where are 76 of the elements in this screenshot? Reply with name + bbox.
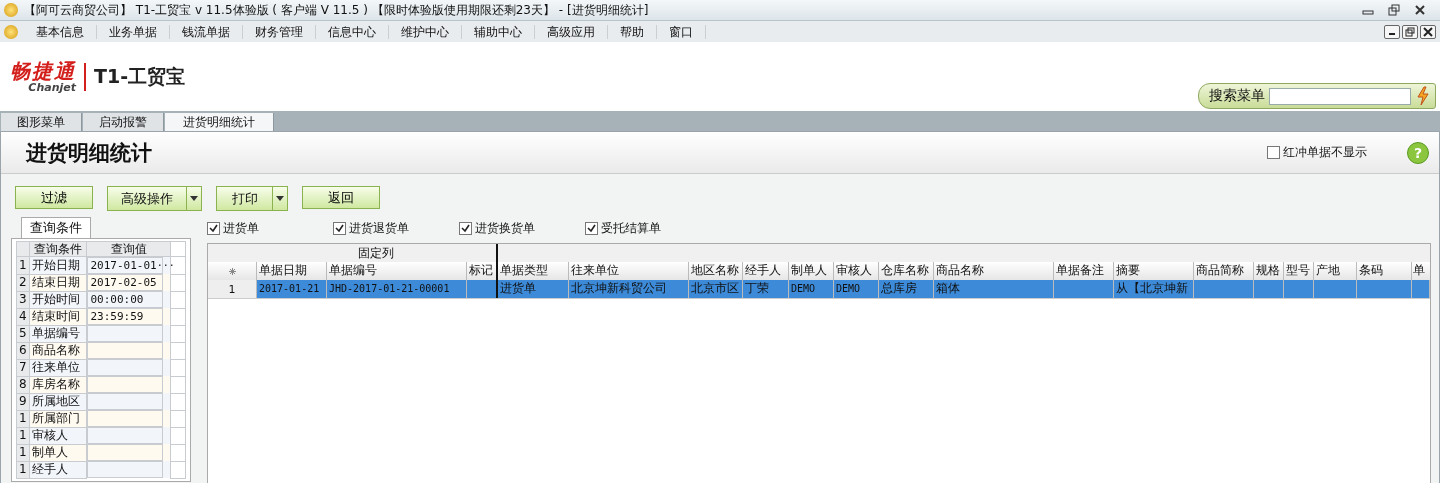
column-header[interactable]: 单	[1412, 262, 1430, 280]
split-button[interactable]: 高级操作	[107, 186, 202, 211]
restore-icon[interactable]	[1388, 4, 1400, 16]
table-cell: 从【北京坤新	[1116, 281, 1188, 295]
close-icon[interactable]	[1414, 4, 1426, 16]
caret-icon	[190, 196, 198, 201]
table-cell: 2017-01-21	[259, 283, 320, 294]
table-cell: 库房名称	[29, 376, 87, 393]
asterisk-icon	[228, 267, 236, 275]
table-cell: 往来单位	[29, 359, 87, 376]
table-cell: 北京市区	[691, 281, 739, 295]
table-cell: 结束日期	[29, 274, 87, 291]
table-cell: 商品名称	[29, 342, 87, 359]
table-cell: 所属部门	[29, 410, 87, 427]
checkbox[interactable]	[459, 221, 472, 235]
menu-item[interactable]: 辅助中心	[462, 24, 535, 39]
brand-logo-subtext: Chanjet	[28, 81, 76, 94]
tab[interactable]: 启动报警	[83, 113, 164, 131]
lightning-icon[interactable]	[1415, 86, 1431, 106]
menu-item[interactable]: 维护中心	[389, 24, 462, 39]
menu-item[interactable]: 信息中心	[316, 24, 389, 39]
table-cell: 结束时间	[29, 308, 87, 325]
menu-item[interactable]: 业务单据	[97, 24, 170, 39]
checkbox[interactable]	[585, 221, 598, 235]
table-cell: JHD-2017-01-21-00001	[329, 283, 450, 294]
checkbox-label: 进货换货单	[475, 219, 535, 237]
checkbox-label: 受托结算单	[601, 219, 661, 237]
menu-item[interactable]: 高级应用	[535, 24, 608, 39]
product-name: T1-工贸宝	[94, 63, 186, 89]
tab[interactable]: 进货明细统计	[165, 113, 274, 131]
menu-item[interactable]: 钱流单据	[170, 24, 243, 39]
table-cell: 开始时间	[29, 291, 87, 308]
toolbar-button[interactable]: 过滤	[15, 186, 93, 209]
table-cell: 开始日期	[29, 256, 87, 274]
close-icon[interactable]	[1420, 24, 1436, 39]
checkbox-label: 进货退货单	[349, 219, 409, 237]
minimize-icon[interactable]	[1384, 24, 1400, 39]
checkbox-label: 红冲单据不显示	[1283, 144, 1367, 161]
table-cell: 经手人	[29, 461, 87, 478]
menu-item[interactable]: 帮助	[608, 24, 657, 39]
tab[interactable]: 图形菜单	[1, 113, 82, 131]
app-icon	[4, 3, 18, 17]
table-cell: 丁荣	[745, 281, 769, 295]
restore-icon[interactable]	[1402, 24, 1418, 39]
table-cell: 北京坤新科贸公司	[571, 281, 667, 295]
window-title: 【阿可云商贸公司】 T1-工贸宝 v 11.5体验版 ( 客户端 V 11.5 ) 【限时体验版使用期限还剩23天】 - [进货明细统计]	[24, 1, 649, 19]
table-cell: 制单人	[29, 444, 87, 461]
ellipsis-button[interactable]: ···	[156, 258, 175, 273]
column-header: 查询条件	[29, 241, 87, 257]
checkbox[interactable]	[333, 221, 346, 235]
checkbox[interactable]	[1267, 146, 1280, 159]
checkbox[interactable]	[207, 221, 220, 235]
split-button[interactable]: 打印	[216, 186, 288, 211]
page-title: 进货明细统计	[26, 139, 152, 167]
search-field[interactable]	[1269, 87, 1411, 105]
menu-item[interactable]: 财务管理	[243, 24, 316, 39]
table-cell: DEMO	[791, 283, 816, 294]
table-cell: 总库房	[881, 281, 917, 295]
table-cell: 箱体	[936, 281, 960, 295]
table-cell: 单据编号	[29, 325, 87, 342]
table-cell: DEMO	[836, 283, 861, 294]
search-label: 搜索菜单	[1209, 87, 1265, 105]
menu-item[interactable]: 窗口	[657, 24, 706, 39]
table-row[interactable]: 1 2017-01-21 JHD-2017-01-21-00001 进货单 北京坤新科贸公司 北京市区 丁荣 DEMO DEMO 总库房 箱体 从【北京坤新	[208, 280, 1430, 299]
menu-item[interactable]: 基本信息	[24, 24, 97, 39]
brand-logo-text: 畅捷通	[10, 59, 76, 82]
table-cell: 审核人	[29, 427, 87, 444]
table-cell: 所属地区	[29, 393, 87, 410]
toolbar-button[interactable]: 返回	[302, 186, 380, 209]
tab[interactable]: 查询条件	[21, 217, 91, 238]
column-header: 查询值	[87, 241, 171, 257]
table-cell: 进货单	[500, 281, 536, 295]
app-icon	[4, 24, 18, 39]
caret-icon	[276, 196, 284, 201]
row-number: 1	[208, 280, 257, 298]
checkbox-label: 进货单	[223, 219, 259, 237]
